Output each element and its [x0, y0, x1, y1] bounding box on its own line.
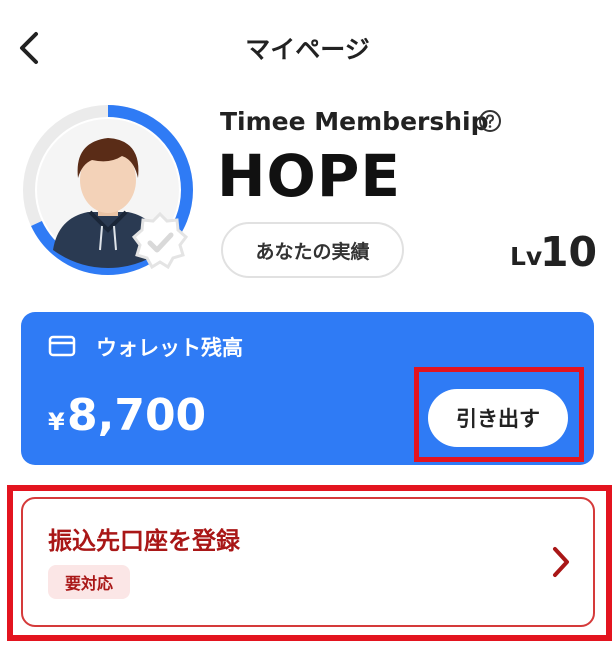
withdraw-label: 引き出す: [456, 407, 540, 431]
level-label: Lv: [510, 242, 543, 271]
register-bank-account-title: 振込先口座を登録: [48, 527, 240, 555]
verified-badge-icon: [131, 211, 189, 270]
help-icon[interactable]: [478, 109, 502, 133]
action-required-badge: 要対応: [48, 565, 130, 599]
page-title: マイページ: [245, 35, 370, 64]
membership-rank: HOPE: [217, 142, 401, 210]
membership-title: Timee Membership: [220, 107, 489, 136]
wallet-balance: 8,700: [67, 390, 207, 441]
wallet-title: ウォレット残高: [96, 336, 243, 360]
register-bank-account-button[interactable]: [21, 497, 595, 627]
avatar: [18, 100, 198, 280]
credit-card-icon: [48, 335, 76, 357]
achievements-button[interactable]: あなたの実績: [221, 222, 404, 278]
currency-symbol: ¥: [48, 408, 65, 436]
achievements-label: あなたの実績: [255, 240, 370, 263]
chevron-right-icon: [550, 544, 572, 580]
level-value: 10: [540, 228, 598, 276]
badge-label: 要対応: [64, 574, 113, 593]
withdraw-button[interactable]: 引き出す: [428, 389, 568, 447]
